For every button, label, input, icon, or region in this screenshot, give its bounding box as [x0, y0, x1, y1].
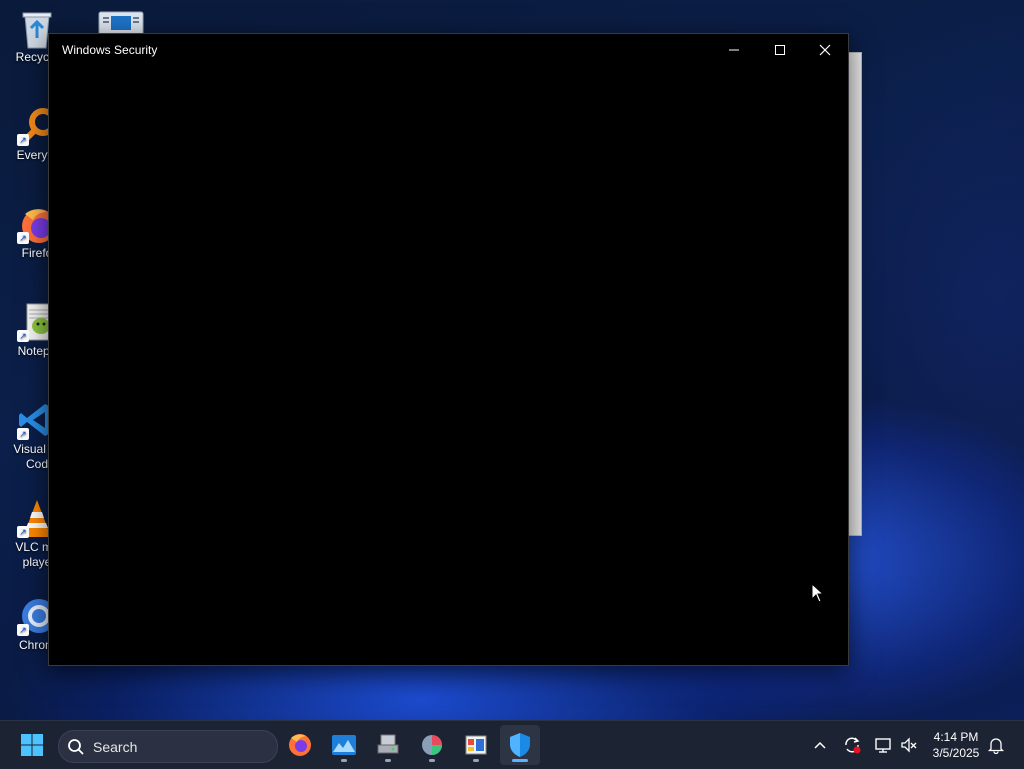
taskbar: Search 4:14 PM 3/5/2025: [0, 720, 1024, 769]
windows-security-icon: [510, 733, 530, 757]
clock-time: 4:14 PM: [933, 730, 979, 744]
taskbar-firefox[interactable]: [280, 725, 320, 765]
maximize-button[interactable]: [757, 34, 803, 66]
search-placeholder: Search: [93, 738, 138, 755]
tray-update-button[interactable]: [842, 735, 862, 755]
firefox-icon: [289, 734, 311, 756]
running-indicator: [341, 759, 347, 762]
search-icon: [68, 738, 84, 755]
taskbar-search-box[interactable]: Search: [58, 730, 278, 763]
close-button[interactable]: [802, 34, 848, 66]
taskbar-color-app[interactable]: [412, 725, 452, 765]
windows-logo-icon: [21, 734, 43, 756]
tray-network-button[interactable]: [873, 735, 893, 755]
title-bar[interactable]: Windows Security: [49, 34, 848, 66]
desktop: Recycle ↗ Everyth ↗ Firefo ↗ Notepa ↗ Vi…: [0, 0, 1024, 720]
volume-muted-icon: [901, 737, 917, 753]
file-explorer-icon: [465, 735, 487, 755]
tray-overflow-button[interactable]: [810, 735, 830, 755]
tray-clock[interactable]: 4:14 PM 3/5/2025: [926, 729, 986, 761]
clock-date: 3/5/2025: [932, 746, 980, 760]
running-indicator: [429, 759, 435, 762]
shortcut-arrow-icon: ↗: [17, 232, 29, 244]
color-app-icon: [422, 735, 442, 755]
shortcut-arrow-icon: ↗: [17, 134, 29, 146]
network-icon: [875, 738, 891, 753]
shortcut-arrow-icon: ↗: [17, 428, 29, 440]
notifications-button[interactable]: [986, 735, 1006, 755]
windows-security-window[interactable]: Windows Security: [48, 33, 849, 666]
running-indicator: [512, 759, 528, 762]
shortcut-arrow-icon: ↗: [17, 526, 29, 538]
minimize-icon: [729, 49, 739, 51]
bell-icon: [987, 738, 1005, 754]
chevron-up-icon: [814, 741, 826, 749]
shortcut-arrow-icon: ↗: [17, 330, 29, 342]
running-indicator: [385, 759, 391, 762]
close-icon: [819, 44, 831, 56]
running-indicator: [473, 759, 479, 762]
window-content-area: [49, 66, 848, 665]
taskbar-photos[interactable]: [324, 725, 364, 765]
taskbar-file-explorer[interactable]: [456, 725, 496, 765]
taskbar-windows-security[interactable]: [500, 725, 540, 765]
sync-icon: [845, 737, 861, 754]
network-drive-icon: [377, 734, 399, 754]
mouse-cursor-icon: [811, 582, 825, 608]
start-button[interactable]: [12, 725, 52, 765]
minimize-button[interactable]: [711, 34, 757, 66]
photos-icon: [332, 735, 356, 755]
taskbar-network-drive[interactable]: [368, 725, 408, 765]
window-title: Windows Security: [62, 43, 158, 57]
tray-volume-button[interactable]: [899, 735, 919, 755]
maximize-icon: [775, 45, 785, 55]
shortcut-arrow-icon: ↗: [17, 624, 29, 636]
